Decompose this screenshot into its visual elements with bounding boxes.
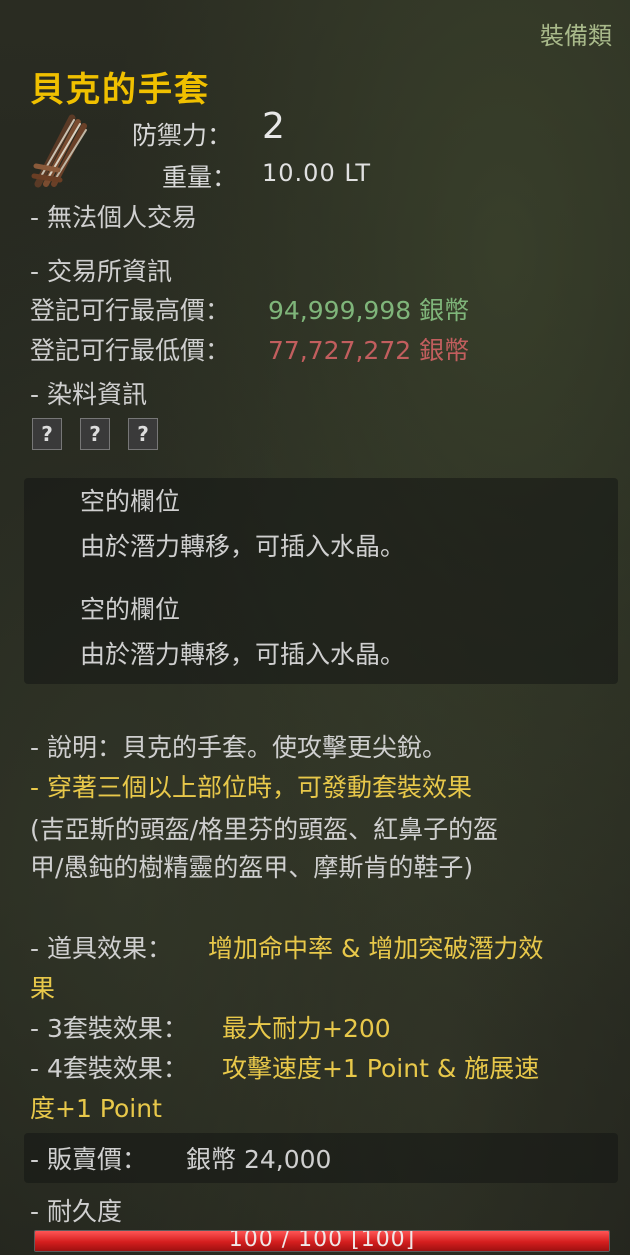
item-effect-value-cont: 果 [30, 974, 56, 1003]
item-name: 貝克的手套 [30, 70, 210, 110]
defense-label: 防禦力： [132, 121, 233, 150]
set-items-line: (吉亞斯的頭盔/格里芬的頭盔、紅鼻子的盔 [30, 815, 499, 844]
gloves-icon [30, 108, 90, 188]
max-price-label: 登記可行最高價： [30, 296, 231, 325]
dye-slot[interactable]: ? [128, 418, 158, 450]
crystal-slot-desc: 由於潛力轉移，可插入水晶。 [80, 640, 406, 669]
dye-slot[interactable]: ? [80, 418, 110, 450]
dye-slot[interactable]: ? [32, 418, 62, 450]
max-price-value: 94,999,998 銀幣 [268, 296, 470, 325]
durability-bar: 100 / 100 [100] [34, 1230, 610, 1252]
item-description: - 說明：貝克的手套。使攻擊更尖銳。 [30, 733, 447, 762]
set-condition: - 穿著三個以上部位時，可發動套裝效果 [30, 773, 472, 802]
dye-header: - 染料資訊 [30, 380, 147, 409]
defense-value: 2 [262, 106, 285, 147]
item-effect-label: - 道具效果： [30, 934, 172, 963]
weight-label: 重量： [162, 163, 238, 192]
set3-effect-label: - 3套裝效果： [30, 1014, 188, 1043]
durability-label: - 耐久度 [30, 1197, 122, 1226]
set3-effect-value: 最大耐力+200 [222, 1014, 391, 1043]
set4-effect-value-cont: 度+1 Point [30, 1094, 162, 1123]
set-items-line: 甲/愚鈍的樹精靈的盔甲、摩斯肯的鞋子) [30, 853, 474, 882]
min-price-label: 登記可行最低價： [30, 336, 231, 365]
item-effect-value: 增加命中率 & 增加突破潛力效 [208, 934, 544, 963]
crystal-slot-desc: 由於潛力轉移，可插入水晶。 [80, 532, 406, 561]
market-header: - 交易所資訊 [30, 257, 172, 286]
min-price-value: 77,727,272 銀幣 [268, 336, 470, 365]
weight-value: 10.00 LT [262, 159, 372, 187]
trade-restriction: - 無法個人交易 [30, 203, 197, 232]
item-category: 裝備類 [540, 22, 612, 50]
durability-text: 100 / 100 [100] [228, 1230, 416, 1252]
sell-price-value: 銀幣 24,000 [186, 1145, 332, 1174]
crystal-slot-title: 空的欄位 [80, 595, 181, 624]
crystal-slot-title: 空的欄位 [80, 487, 181, 516]
set4-effect-value: 攻擊速度+1 Point & 施展速 [222, 1054, 540, 1083]
set4-effect-label: - 4套裝效果： [30, 1054, 188, 1083]
sell-price-label: - 販賣價： [30, 1145, 147, 1174]
